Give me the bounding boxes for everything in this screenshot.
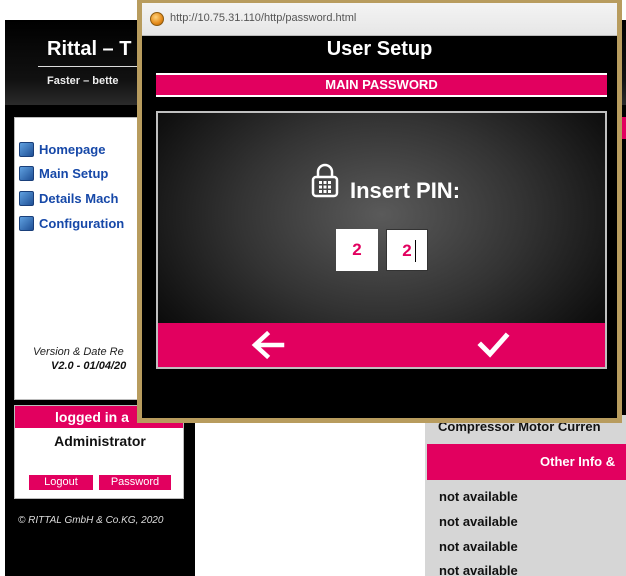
nav-item-homepage[interactable]: Homepage (19, 140, 105, 158)
copyright-text: © RITTAL GmbH & Co.KG, 2020 (18, 515, 164, 526)
configuration-icon (19, 215, 34, 231)
info-row: not available (439, 563, 518, 576)
pin-prompt-label: Insert PIN: (350, 178, 461, 203)
checkmark-icon (477, 332, 510, 358)
dialog-title: User Setup (326, 38, 433, 60)
pin-digit-2-value: 2 (402, 241, 412, 260)
app-title: Rittal – T (47, 38, 132, 60)
globe-icon (150, 12, 164, 26)
version-label: Version & Date Re (33, 346, 124, 358)
setup-icon (19, 165, 34, 181)
confirm-button[interactable] (463, 323, 523, 367)
info-row: not available (439, 539, 518, 554)
address-bar[interactable]: http://10.75.31.110/http/password.html (142, 3, 617, 36)
pin-panel: Insert PIN: 2 2 (156, 111, 607, 369)
logged-in-user: Administrator (54, 433, 146, 449)
info-row: not available (439, 514, 518, 529)
home-icon (19, 141, 34, 157)
arrow-left-icon (251, 330, 285, 360)
nav-item-label: Homepage (39, 141, 106, 157)
details-icon (19, 190, 34, 206)
pin-digit-input-1[interactable]: 2 (336, 229, 378, 271)
password-button[interactable]: Password (99, 475, 171, 490)
logout-button[interactable]: Logout (29, 475, 93, 490)
version-value: V2.0 - 01/04/20 (51, 360, 127, 372)
other-info-header: Other Info & (427, 444, 626, 480)
nav-item-label: Details Mach (39, 190, 119, 206)
nav-item-details[interactable]: Details Mach (19, 189, 118, 207)
info-row: not available (439, 489, 518, 504)
title-underline (38, 66, 138, 67)
nav-item-configuration[interactable]: Configuration (19, 214, 124, 232)
text-caret (415, 240, 416, 262)
back-button[interactable] (238, 323, 298, 367)
section-header: MAIN PASSWORD (156, 73, 607, 97)
password-popup-window: http://10.75.31.110/http/password.html U… (137, 0, 622, 423)
pin-action-bar (158, 323, 605, 367)
nav-item-label: Main Setup (39, 165, 109, 181)
url-text[interactable]: http://10.75.31.110/http/password.html (170, 12, 356, 24)
nav-item-main-setup[interactable]: Main Setup (19, 164, 108, 182)
lock-icon (311, 163, 339, 198)
nav-item-label: Configuration (39, 215, 125, 231)
app-tagline: Faster – bette (47, 75, 119, 87)
pin-digit-input-2[interactable]: 2 (386, 229, 428, 271)
